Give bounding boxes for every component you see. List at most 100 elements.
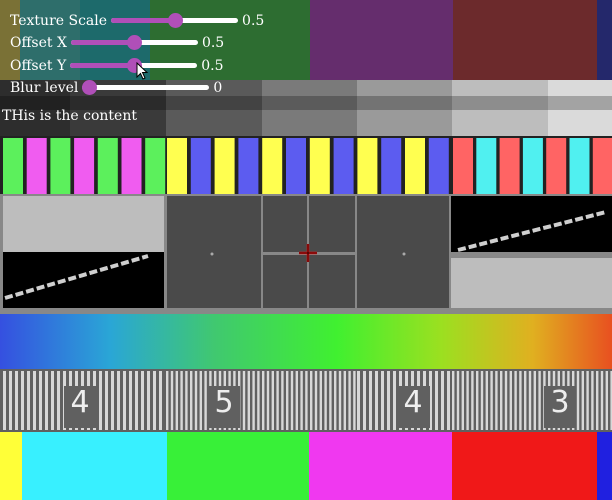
- resolution-bar: [581, 371, 584, 430]
- content-text: THis is the content: [2, 108, 137, 124]
- block-number-4: 3: [550, 385, 569, 420]
- resolution-bar: [381, 371, 384, 430]
- resolution-bar: [204, 371, 207, 430]
- resolution-bar: [324, 371, 327, 430]
- offset-y-label: Offset Y: [10, 58, 67, 74]
- resolution-bar: [538, 371, 541, 430]
- offset-y-control: Offset Y 0.5: [10, 56, 223, 76]
- color-stripe: [167, 138, 187, 194]
- resolution-bar: [199, 371, 202, 430]
- resolution-bar: [185, 371, 188, 430]
- resolution-bar: [357, 371, 360, 430]
- resolution-bar: [271, 371, 274, 430]
- texture-scale-control: Texture Scale 0.5: [10, 11, 264, 31]
- color-stripe: [286, 138, 306, 194]
- resolution-bar: [242, 371, 246, 430]
- resolution-bar: [39, 371, 42, 430]
- color-stripe: [121, 138, 142, 194]
- blur-level-label: Blur level: [10, 80, 79, 96]
- resolution-bar: [387, 371, 390, 430]
- resolution-bar: [466, 371, 469, 430]
- offset-x-value: 0.5: [201, 35, 225, 51]
- block-number-3: 4: [403, 385, 422, 420]
- resolution-bar: [129, 371, 132, 430]
- texture-scale-slider[interactable]: [111, 11, 239, 31]
- resolution-bar: [314, 371, 318, 430]
- resolution-bar: [3, 371, 6, 430]
- resolution-bar: [495, 371, 498, 430]
- block-number-1: 4: [70, 385, 89, 420]
- resolution-bar: [456, 371, 460, 430]
- block-number-2: 5: [214, 385, 233, 420]
- color-stripe: [190, 138, 211, 194]
- vertical-color-stripes: [0, 136, 612, 194]
- resolution-bar: [141, 371, 144, 430]
- resolution-bar: [123, 371, 126, 430]
- resolution-bar: [252, 371, 255, 430]
- resolution-bar: [135, 371, 138, 430]
- resolution-bar: [175, 371, 178, 430]
- color-stripe: [499, 138, 520, 194]
- resolution-bar: [180, 371, 183, 430]
- resolution-bar: [99, 371, 102, 430]
- color-stripe: [592, 138, 612, 194]
- resolution-bar: [117, 371, 120, 430]
- slider-thumb[interactable]: [82, 80, 98, 95]
- resolution-bar: [524, 371, 527, 430]
- resolution-bar: [519, 371, 522, 430]
- resolution-band: [0, 369, 612, 432]
- resolution-bar: [514, 371, 517, 430]
- slider-thumb[interactable]: [167, 13, 183, 28]
- resolution-bar: [281, 371, 284, 430]
- resolution-bar: [591, 371, 594, 430]
- resolution-bar: [490, 371, 493, 430]
- resolution-bar: [441, 371, 444, 430]
- resolution-bar: [369, 371, 372, 430]
- resolution-bar: [194, 371, 198, 430]
- color-stripe: [262, 138, 283, 194]
- slider-track: [82, 85, 210, 90]
- resolution-bar: [435, 371, 438, 430]
- color-stripe: [238, 138, 259, 194]
- resolution-bar: [159, 371, 162, 430]
- resolution-bar: [262, 371, 265, 430]
- color-stripe: [214, 138, 235, 194]
- slider-fill: [111, 18, 175, 23]
- resolution-bar: [586, 371, 589, 430]
- middle-gray-section: [0, 194, 612, 314]
- color-stripe: [381, 138, 402, 194]
- resolution-bar: [363, 371, 366, 430]
- spectrum-band: [0, 314, 612, 369]
- slider-thumb[interactable]: [127, 35, 143, 50]
- color-stripe: [569, 138, 590, 194]
- resolution-bar: [509, 371, 512, 430]
- color-stripe: [3, 138, 23, 194]
- resolution-bar: [9, 371, 12, 430]
- resolution-bar: [33, 371, 36, 430]
- blur-level-value: 0: [213, 80, 223, 96]
- color-stripe: [522, 138, 543, 194]
- resolution-bar: [111, 371, 114, 430]
- offset-x-slider[interactable]: [70, 33, 198, 53]
- resolution-bar: [45, 371, 48, 430]
- color-stripe: [50, 138, 71, 194]
- resolution-bar: [190, 371, 193, 430]
- resolution-bar: [153, 371, 156, 430]
- mouse-pointer-icon: [136, 62, 149, 80]
- resolution-bar: [461, 371, 464, 430]
- resolution-bar: [528, 371, 532, 430]
- resolution-bar: [338, 371, 342, 430]
- resolution-bar: [105, 371, 108, 430]
- resolution-bar: [476, 371, 479, 430]
- color-stripe: [453, 138, 473, 194]
- resolution-bar: [600, 371, 604, 430]
- slider-fill: [70, 63, 134, 68]
- resolution-bar: [329, 371, 332, 430]
- offset-y-slider[interactable]: [70, 56, 198, 76]
- resolution-bar: [305, 371, 308, 430]
- texture-scale-label: Texture Scale: [10, 13, 108, 29]
- resolution-bar: [295, 371, 298, 430]
- bottom-color-bars: [0, 432, 612, 500]
- resolution-bar: [596, 371, 599, 430]
- resolution-bar: [343, 371, 346, 430]
